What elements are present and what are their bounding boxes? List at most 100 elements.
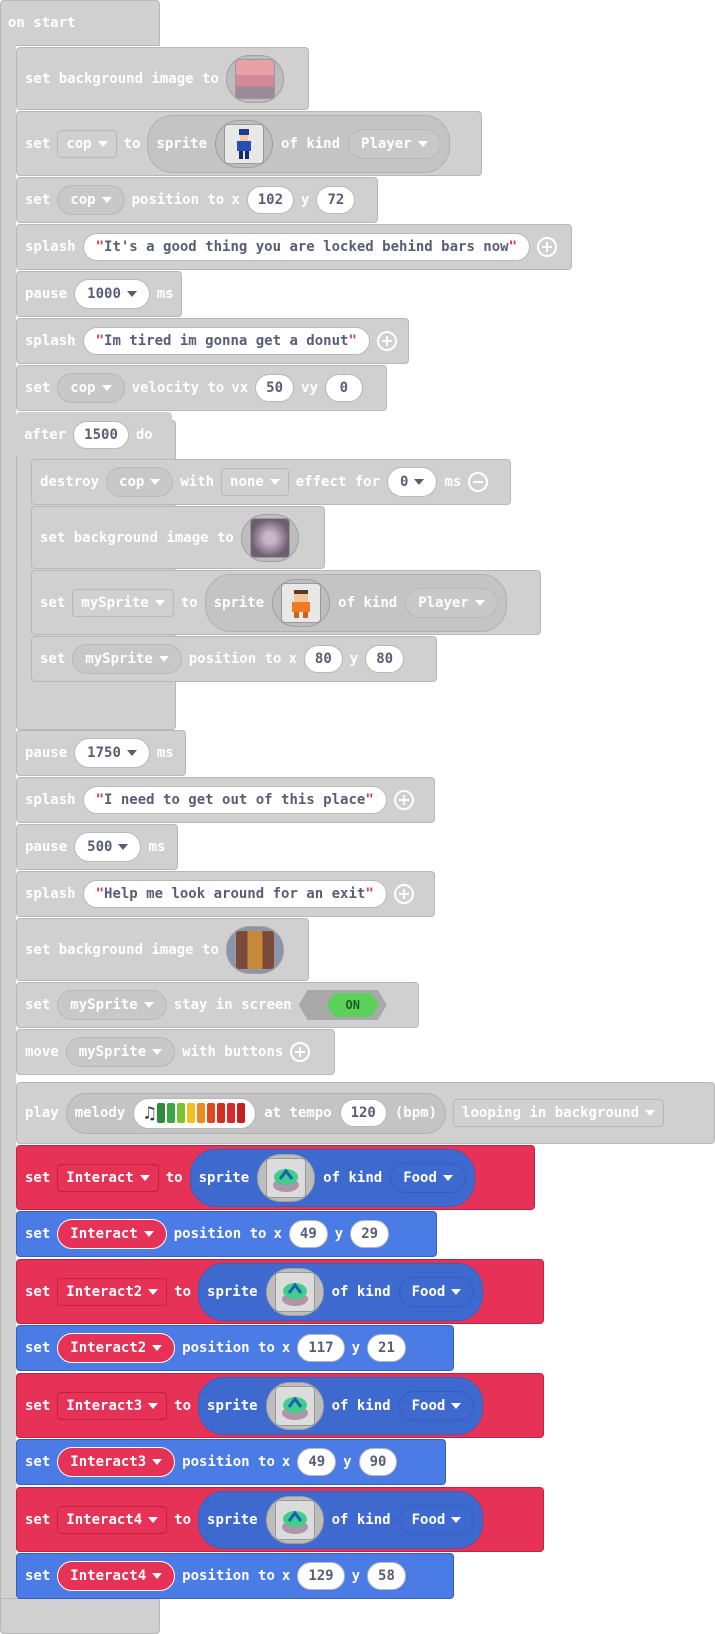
add-argument-icon[interactable] bbox=[393, 790, 414, 810]
set-cop-position-block[interactable]: set cop position to x 102 y 72 bbox=[16, 177, 378, 223]
sprite-of-kind-reporter[interactable]: sprite of kind Food bbox=[198, 1262, 484, 1321]
variable-dropdown[interactable]: Interact bbox=[57, 1163, 159, 1192]
ms-dropdown[interactable]: 1750 bbox=[74, 738, 150, 768]
sprite-of-kind-reporter[interactable]: sprite of kind Player bbox=[147, 114, 450, 173]
y-input[interactable]: 21 bbox=[367, 1334, 406, 1362]
playback-mode-dropdown[interactable]: looping in background bbox=[453, 1099, 665, 1127]
after-ms-input[interactable]: 1500 bbox=[73, 421, 129, 449]
melody-reporter[interactable]: melody ♫ at tempo 120 (bpm) bbox=[65, 1092, 447, 1134]
remove-argument-icon[interactable] bbox=[468, 472, 489, 492]
sprite-image-slot[interactable] bbox=[272, 578, 331, 627]
variable-dropdown[interactable]: cop bbox=[106, 467, 174, 497]
text-input[interactable]: "Help me look around for an exit" bbox=[82, 880, 387, 908]
set-cop-velocity-block[interactable]: set cop velocity to vx 50 vy 0 bbox=[16, 365, 387, 411]
on-start-hat-block[interactable]: on start bbox=[0, 0, 160, 46]
y-input[interactable]: 29 bbox=[350, 1220, 390, 1248]
set-interact-position-block[interactable]: set Interact4 position to x 129 y 58 bbox=[16, 1553, 454, 1599]
vy-input[interactable]: 0 bbox=[324, 374, 363, 402]
vx-input[interactable]: 50 bbox=[255, 374, 295, 402]
add-argument-icon[interactable] bbox=[290, 1042, 311, 1062]
set-interact-position-block[interactable]: set Interact2 position to x 117 y 21 bbox=[16, 1325, 454, 1371]
sprite-image-slot[interactable] bbox=[257, 1153, 316, 1202]
ms-dropdown[interactable]: 1000 bbox=[74, 279, 150, 309]
variable-dropdown[interactable]: Interact bbox=[57, 1219, 167, 1249]
splash-block-2[interactable]: splash "Im tired im gonna get a donut" bbox=[16, 318, 409, 364]
set-interact-sprite-block[interactable]: set Interact3 to sprite of kind Food bbox=[16, 1373, 544, 1438]
variable-dropdown[interactable]: cop bbox=[57, 373, 125, 403]
text-input[interactable]: "I need to get out of this place" bbox=[82, 786, 387, 814]
background-thumbnail-slot[interactable] bbox=[225, 54, 284, 103]
pause-block-2[interactable]: pause 1750 ms bbox=[16, 730, 186, 776]
set-cop-sprite-block[interactable]: set cop to sprite of kind Player bbox=[16, 111, 482, 176]
x-input[interactable]: 129 bbox=[297, 1562, 345, 1590]
set-background-block-2[interactable]: set background image to bbox=[31, 506, 325, 569]
set-interact-sprite-block[interactable]: set Interact4 to sprite of kind Food bbox=[16, 1487, 544, 1552]
sprite-of-kind-reporter[interactable]: sprite of kind Player bbox=[204, 573, 507, 632]
kind-dropdown[interactable]: Player bbox=[348, 128, 441, 159]
variable-dropdown[interactable]: cop bbox=[57, 185, 125, 215]
variable-dropdown[interactable]: mySprite bbox=[57, 990, 167, 1020]
splash-block-3[interactable]: splash "I need to get out of this place" bbox=[16, 777, 435, 823]
set-interact-position-block[interactable]: set Interact3 position to x 49 y 90 bbox=[16, 1439, 446, 1485]
variable-dropdown[interactable]: mySprite bbox=[72, 588, 174, 617]
sprite-of-kind-reporter[interactable]: sprite of kind Food bbox=[198, 1490, 484, 1549]
add-argument-icon[interactable] bbox=[393, 884, 414, 904]
variable-dropdown[interactable]: Interact2 bbox=[57, 1333, 176, 1363]
on-off-toggle[interactable]: ON bbox=[298, 990, 387, 1020]
kind-dropdown[interactable]: Food bbox=[398, 1390, 475, 1421]
kind-dropdown[interactable]: Player bbox=[405, 587, 498, 618]
add-argument-icon[interactable] bbox=[376, 331, 397, 351]
sprite-image-slot[interactable] bbox=[265, 1381, 324, 1430]
set-background-block-1[interactable]: set background image to bbox=[16, 47, 309, 110]
x-input[interactable]: 49 bbox=[288, 1220, 328, 1248]
variable-dropdown[interactable]: Interact4 bbox=[57, 1561, 176, 1591]
y-input[interactable]: 72 bbox=[316, 186, 356, 214]
set-mysprite-sprite-block[interactable]: set mySprite to sprite of kind Player bbox=[31, 570, 541, 635]
y-input[interactable]: 80 bbox=[365, 645, 405, 673]
set-interact-sprite-block[interactable]: set Interact to sprite of kind Food bbox=[16, 1145, 535, 1210]
set-background-block-3[interactable]: set background image to bbox=[16, 918, 309, 981]
variable-dropdown[interactable]: mySprite bbox=[65, 1037, 176, 1067]
effect-dropdown[interactable]: none bbox=[221, 468, 289, 496]
text-input[interactable]: "Im tired im gonna get a donut" bbox=[82, 327, 370, 355]
play-melody-block[interactable]: play melody ♫ at tempo 120 (bpm) looping… bbox=[16, 1082, 715, 1144]
stay-in-screen-block[interactable]: set mySprite stay in screen ON bbox=[16, 982, 419, 1028]
background-thumbnail-slot[interactable] bbox=[225, 925, 284, 974]
add-argument-icon[interactable] bbox=[537, 237, 558, 257]
variable-dropdown[interactable]: Interact3 bbox=[57, 1391, 168, 1420]
variable-dropdown[interactable]: mySprite bbox=[72, 644, 182, 674]
ms-dropdown[interactable]: 500 bbox=[74, 832, 142, 862]
y-input[interactable]: 90 bbox=[358, 1448, 398, 1476]
background-thumbnail-slot[interactable] bbox=[240, 513, 299, 562]
variable-dropdown[interactable]: Interact2 bbox=[57, 1277, 168, 1306]
set-interact-sprite-block[interactable]: set Interact2 to sprite of kind Food bbox=[16, 1259, 544, 1324]
pause-block-3[interactable]: pause 500 ms bbox=[16, 824, 178, 870]
sprite-image-slot[interactable] bbox=[265, 1267, 324, 1316]
sprite-image-slot[interactable] bbox=[215, 119, 274, 168]
destroy-cop-block[interactable]: destroy cop with none effect for 0 ms bbox=[31, 459, 511, 505]
x-input[interactable]: 102 bbox=[246, 186, 295, 214]
sprite-of-kind-reporter[interactable]: sprite of kind Food bbox=[189, 1148, 475, 1207]
x-input[interactable]: 49 bbox=[297, 1448, 337, 1476]
y-input[interactable]: 58 bbox=[367, 1562, 406, 1590]
pause-block-1[interactable]: pause 1000 ms bbox=[16, 271, 182, 317]
variable-dropdown[interactable]: cop bbox=[57, 129, 117, 158]
move-with-buttons-block[interactable]: move mySprite with buttons bbox=[16, 1029, 335, 1075]
set-mysprite-position-block[interactable]: set mySprite position to x 80 y 80 bbox=[31, 636, 437, 682]
melody-editor[interactable]: ♫ bbox=[133, 1097, 257, 1129]
x-input[interactable]: 80 bbox=[303, 645, 343, 673]
text-input[interactable]: "It's a good thing you are locked behind… bbox=[82, 233, 531, 261]
x-input[interactable]: 117 bbox=[297, 1334, 345, 1362]
set-interact-position-block[interactable]: set Interact position to x 49 y 29 bbox=[16, 1211, 437, 1257]
sprite-of-kind-reporter[interactable]: sprite of kind Food bbox=[198, 1376, 484, 1435]
kind-dropdown[interactable]: Food bbox=[390, 1162, 466, 1193]
variable-dropdown[interactable]: Interact4 bbox=[57, 1505, 168, 1534]
ms-dropdown[interactable]: 0 bbox=[387, 467, 438, 497]
tempo-input[interactable]: 120 bbox=[339, 1099, 387, 1127]
kind-dropdown[interactable]: Food bbox=[398, 1504, 475, 1535]
variable-dropdown[interactable]: Interact3 bbox=[57, 1447, 176, 1477]
splash-block-1[interactable]: splash "It's a good thing you are locked… bbox=[16, 224, 572, 270]
splash-block-4[interactable]: splash "Help me look around for an exit" bbox=[16, 871, 435, 917]
sprite-image-slot[interactable] bbox=[265, 1495, 324, 1544]
kind-dropdown[interactable]: Food bbox=[398, 1276, 475, 1307]
